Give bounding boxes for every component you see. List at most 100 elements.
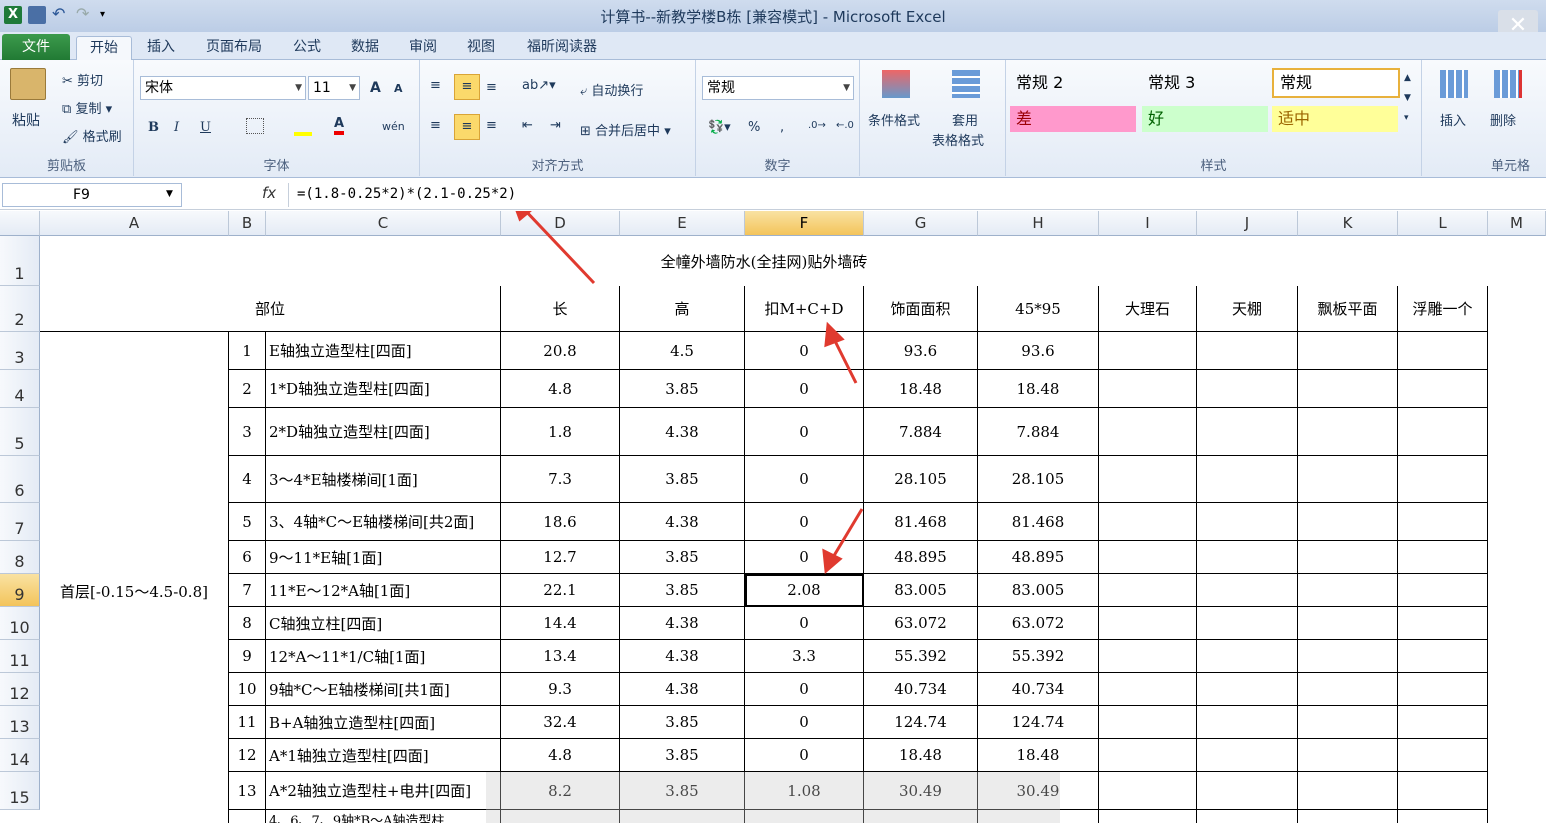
insert-cells-icon[interactable] bbox=[1440, 70, 1468, 98]
tab-foxit[interactable]: 福昕阅读器 bbox=[518, 36, 606, 60]
item-deduct[interactable]: 0 bbox=[745, 706, 864, 739]
underline-button[interactable]: U bbox=[200, 120, 211, 135]
fx-icon[interactable]: fx bbox=[262, 184, 276, 202]
item-name[interactable]: B+A轴独立造型柱[四面] bbox=[266, 706, 501, 739]
align-right-icon[interactable]: ≡ bbox=[486, 118, 497, 133]
header-ceiling[interactable]: 天棚 bbox=[1197, 286, 1298, 332]
empty-cell[interactable] bbox=[1398, 772, 1488, 810]
row-header-12[interactable]: 12 bbox=[0, 673, 40, 706]
table-format-button[interactable]: 套用 bbox=[952, 110, 978, 129]
empty-cell[interactable] bbox=[1197, 456, 1298, 503]
header-deduct[interactable]: 扣M+C+D bbox=[745, 286, 864, 332]
empty-cell[interactable] bbox=[1398, 456, 1488, 503]
item-height[interactable]: 4.38 bbox=[620, 607, 745, 640]
empty-cell[interactable] bbox=[1298, 640, 1398, 673]
item-length[interactable]: 12.7 bbox=[501, 541, 620, 574]
item-tile[interactable]: 83.005 bbox=[978, 574, 1099, 607]
item-height[interactable]: 4.38 bbox=[620, 640, 745, 673]
item-length[interactable]: 22.1 bbox=[501, 574, 620, 607]
empty-cell[interactable] bbox=[1398, 810, 1488, 823]
delete-button[interactable]: 删除 bbox=[1490, 110, 1516, 129]
item-tile[interactable]: 55.392 bbox=[978, 640, 1099, 673]
increase-indent-icon[interactable]: ⇥ bbox=[550, 118, 561, 133]
row-header-10[interactable]: 10 bbox=[0, 607, 40, 640]
item-tile[interactable]: 93.6 bbox=[978, 332, 1099, 370]
italic-button[interactable]: I bbox=[174, 120, 179, 135]
empty-cell[interactable] bbox=[1398, 739, 1488, 772]
column-header-H[interactable]: H bbox=[978, 211, 1099, 236]
tab-review[interactable]: 审阅 bbox=[402, 36, 444, 60]
item-number[interactable]: 13 bbox=[229, 772, 266, 810]
paste-icon[interactable] bbox=[10, 68, 46, 100]
empty-cell[interactable] bbox=[1298, 739, 1398, 772]
style-neutral[interactable]: 适中 bbox=[1272, 106, 1398, 132]
item-area[interactable]: 18.48 bbox=[864, 739, 978, 772]
tab-formulas[interactable]: 公式 bbox=[286, 36, 328, 60]
empty-cell[interactable] bbox=[1298, 772, 1398, 810]
sheet-title[interactable]: 全幢外墙防水(全挂网)贴外墙砖 bbox=[40, 236, 1488, 286]
orientation-icon[interactable]: ab↗▾ bbox=[522, 78, 556, 93]
item-area[interactable]: 40.734 bbox=[864, 673, 978, 706]
item-name[interactable]: 9轴*C～E轴楼梯间[共1面] bbox=[266, 673, 501, 706]
row-header-14[interactable]: 14 bbox=[0, 739, 40, 772]
item-tile[interactable]: 28.105 bbox=[978, 456, 1099, 503]
row-header-15[interactable]: 15 bbox=[0, 772, 40, 810]
empty-cell[interactable] bbox=[1298, 370, 1398, 408]
item-length[interactable]: 32.4 bbox=[501, 706, 620, 739]
empty-cell[interactable] bbox=[1197, 640, 1298, 673]
empty-cell[interactable] bbox=[1298, 706, 1398, 739]
align-center-icon[interactable]: ≡ bbox=[454, 114, 480, 140]
decrease-decimal-icon[interactable]: ←.0 bbox=[836, 120, 854, 131]
empty-cell[interactable] bbox=[1298, 574, 1398, 607]
empty-cell[interactable] bbox=[1398, 607, 1488, 640]
empty-cell[interactable] bbox=[1398, 370, 1488, 408]
header-relief[interactable]: 浮雕一个 bbox=[1398, 286, 1488, 332]
formula-input[interactable]: =(1.8-0.25*2)*(2.1-0.25*2) bbox=[288, 183, 1542, 207]
decrease-indent-icon[interactable]: ⇤ bbox=[522, 118, 533, 133]
item-number[interactable]: 12 bbox=[229, 739, 266, 772]
empty-cell[interactable] bbox=[1099, 640, 1197, 673]
item-length[interactable]: 20.8 bbox=[501, 332, 620, 370]
column-header-L[interactable]: L bbox=[1398, 211, 1488, 236]
item-area[interactable]: 83.005 bbox=[864, 574, 978, 607]
column-header-F[interactable]: F bbox=[745, 211, 864, 236]
tab-file[interactable]: 文件 bbox=[2, 34, 70, 60]
item-name[interactable]: 9～11*E轴[1面] bbox=[266, 541, 501, 574]
conditional-format-icon[interactable] bbox=[882, 70, 910, 98]
empty-cell[interactable] bbox=[1398, 503, 1488, 541]
tab-insert[interactable]: 插入 bbox=[140, 36, 182, 60]
merge-center-button[interactable]: ⊞ 合并后居中 ▾ bbox=[580, 120, 671, 139]
item-deduct[interactable]: 2.08 bbox=[745, 574, 864, 607]
item-area[interactable]: 7.884 bbox=[864, 408, 978, 456]
item-length[interactable]: 18.6 bbox=[501, 503, 620, 541]
empty-cell[interactable] bbox=[1197, 706, 1298, 739]
item-area[interactable]: 48.895 bbox=[864, 541, 978, 574]
empty-cell[interactable] bbox=[1099, 332, 1197, 370]
item-name[interactable]: E轴独立造型柱[四面] bbox=[266, 332, 501, 370]
item-number[interactable]: 9 bbox=[229, 640, 266, 673]
copy-button[interactable]: ⧉ 复制 ▾ bbox=[62, 98, 112, 117]
row-header-4[interactable]: 4 bbox=[0, 370, 40, 408]
item-deduct[interactable]: 0 bbox=[745, 408, 864, 456]
header-position[interactable]: 部位 bbox=[40, 286, 501, 332]
header-tile[interactable]: 45*95 bbox=[978, 286, 1099, 332]
align-bottom-icon[interactable]: ≡ bbox=[486, 80, 497, 95]
border-icon[interactable] bbox=[246, 118, 264, 134]
item-length[interactable]: 7.3 bbox=[501, 456, 620, 503]
empty-cell[interactable] bbox=[1099, 574, 1197, 607]
currency-icon[interactable]: 💱▾ bbox=[708, 120, 731, 135]
item-number[interactable]: 8 bbox=[229, 607, 266, 640]
empty-cell[interactable] bbox=[1099, 503, 1197, 541]
empty-cell[interactable] bbox=[1298, 456, 1398, 503]
empty-cell[interactable] bbox=[1298, 503, 1398, 541]
empty-cell[interactable] bbox=[1398, 640, 1488, 673]
percent-button[interactable]: % bbox=[748, 120, 760, 135]
header-length[interactable]: 长 bbox=[501, 286, 620, 332]
item-number[interactable]: 6 bbox=[229, 541, 266, 574]
item-tile[interactable]: 124.74 bbox=[978, 706, 1099, 739]
row-header-3[interactable]: 3 bbox=[0, 332, 40, 370]
empty-cell[interactable] bbox=[1197, 541, 1298, 574]
item-tile[interactable]: 40.734 bbox=[978, 673, 1099, 706]
align-top-icon[interactable]: ≡ bbox=[430, 78, 441, 93]
floor-label[interactable]: 首层[-0.15～4.5-0.8] bbox=[40, 332, 229, 823]
